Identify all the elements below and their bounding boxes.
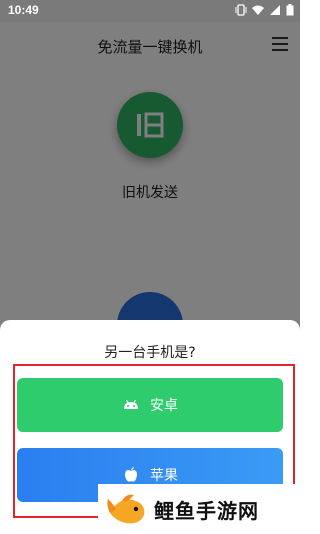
watermark-text: 鲤鱼手游网: [154, 498, 259, 523]
signal-icon: [270, 5, 280, 15]
apple-icon: [125, 467, 137, 482]
wifi-icon: [252, 5, 264, 15]
sheet-title: 另一台手机是?: [104, 345, 196, 361]
apple-button-label: 苹果: [150, 468, 178, 484]
android-button-label: 安卓: [150, 398, 178, 414]
battery-icon: [286, 4, 294, 16]
vibrate-icon: [235, 4, 247, 16]
status-icons: [235, 4, 294, 16]
watermark: 鲤鱼手游网: [98, 484, 300, 534]
fish-logo-icon: [107, 494, 145, 524]
status-time: 10:49: [8, 3, 39, 17]
android-icon: [124, 399, 138, 409]
status-bar: 10:49: [0, 0, 300, 22]
android-button[interactable]: 安卓: [17, 378, 283, 432]
